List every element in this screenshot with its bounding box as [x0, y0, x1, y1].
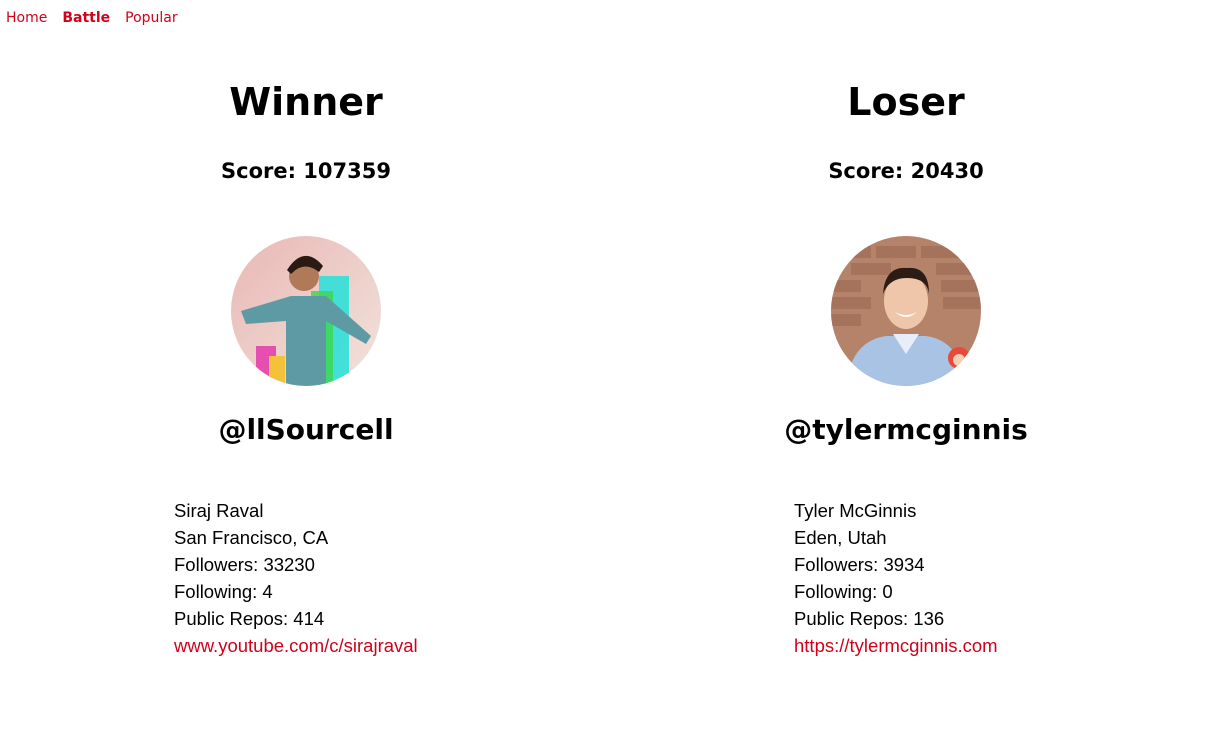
- username-handle: @llSourcell: [218, 413, 394, 446]
- nav-battle-link[interactable]: Battle: [62, 10, 110, 26]
- nav-home-link[interactable]: Home: [6, 10, 47, 26]
- score-label: Score: 20430: [828, 159, 984, 183]
- user-photo-icon: [831, 236, 981, 386]
- player-location: San Francisco, CA: [174, 527, 329, 548]
- player-location: Eden, Utah: [794, 527, 887, 548]
- score-label: Score: 107359: [221, 159, 391, 183]
- avatar: [831, 236, 981, 386]
- player-followers: Followers: 33230: [174, 554, 315, 575]
- top-nav: Home Battle Popular: [6, 10, 178, 26]
- result-heading: Loser: [847, 80, 965, 124]
- player-blog-link[interactable]: www.youtube.com/c/sirajraval: [174, 635, 418, 656]
- player-details: Tyler McGinnis Eden, Utah Followers: 393…: [794, 497, 998, 659]
- player-followers: Followers: 3934: [794, 554, 925, 575]
- player-following: Following: 4: [174, 581, 273, 602]
- player-name: Siraj Raval: [174, 500, 264, 521]
- result-heading: Winner: [229, 80, 383, 124]
- player-repos: Public Repos: 414: [174, 608, 325, 629]
- username-handle: @tylermcginnis: [784, 413, 1028, 446]
- player-details: Siraj Raval San Francisco, CA Followers:…: [174, 497, 418, 659]
- nav-popular-link[interactable]: Popular: [125, 10, 178, 26]
- player-blog-link[interactable]: https://tylermcginnis.com: [794, 635, 998, 656]
- player-following: Following: 0: [794, 581, 893, 602]
- user-photo-icon: [231, 236, 381, 386]
- player-name: Tyler McGinnis: [794, 500, 917, 521]
- player-repos: Public Repos: 136: [794, 608, 945, 629]
- avatar: [231, 236, 381, 386]
